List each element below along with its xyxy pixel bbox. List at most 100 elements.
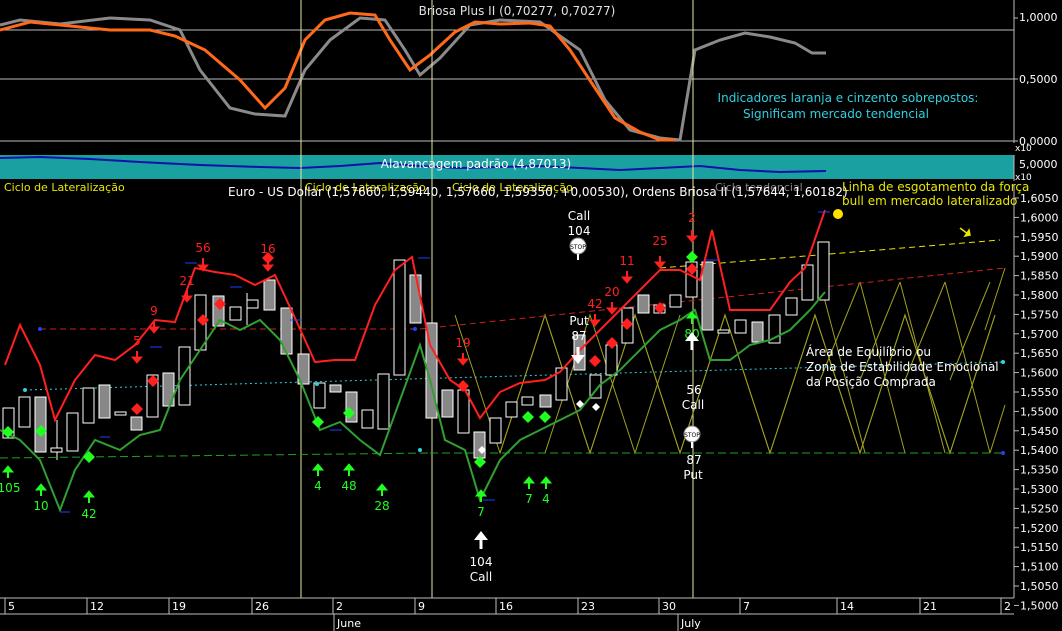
green-signal-label: 28: [374, 499, 389, 513]
day-tick-label: 9: [418, 600, 425, 613]
candle: [377, 373, 390, 430]
exhaustion-note-line1: Linha de esgotamento da força: [842, 180, 1029, 194]
red-down-arrow-icon: [456, 353, 470, 366]
osc-tick-05: 0,5000: [1019, 73, 1058, 86]
red-down-arrow-icon: [130, 351, 144, 364]
stop-sign-icon: STOP: [683, 425, 701, 448]
red-signal-label: 5: [133, 334, 141, 348]
put-signal-count: 87: [571, 329, 586, 343]
candle: [734, 319, 747, 334]
red-signal-label: 11: [619, 254, 634, 268]
price-tick-label: 1,5700: [1020, 328, 1059, 341]
candle: [637, 294, 650, 314]
price-tick-label: 1,5950: [1020, 231, 1059, 244]
call-signal-label: Call: [568, 209, 590, 223]
price-tick-label: 1,5900: [1020, 250, 1059, 263]
green-dashed-support-1: [0, 452, 431, 459]
candle: [489, 417, 502, 444]
red-signal-label: 19: [455, 336, 470, 350]
candle: [313, 382, 326, 409]
green-up-arrow-icon: [34, 483, 48, 496]
candle: [361, 409, 374, 429]
day-tick-label: 21: [923, 600, 937, 613]
candle: [669, 294, 682, 308]
day-tick-label: 5: [8, 600, 15, 613]
exhaustion-note-line2: bull em mercado lateralizado: [842, 194, 1017, 208]
green-diamond-marker: [539, 411, 551, 423]
green-up-arrow-icon: [539, 476, 553, 489]
chart-window: Briosa Plus II (0,70277, 0,70277) Indica…: [0, 0, 1062, 631]
yellow-arrow-icon: [959, 227, 971, 238]
day-tick-label: 12: [90, 600, 104, 613]
candle: [473, 431, 486, 459]
area-note-line2: Zona de Estabilidade Emocional: [806, 360, 999, 374]
osc-title: Briosa Plus II (0,70277, 0,70277): [419, 4, 616, 18]
leverage-tick: 5,0000: [1019, 158, 1058, 171]
osc-note-line1: Indicadores laranja e cinzento sobrepost…: [718, 91, 979, 105]
osc-exp-label: x10: [1015, 144, 1032, 154]
green-signal-label: 105: [0, 481, 20, 495]
svg-text:STOP: STOP: [684, 432, 700, 439]
candle: [505, 401, 518, 418]
candle: [605, 344, 618, 376]
candle: [18, 396, 31, 428]
green-diamond-marker: [312, 416, 324, 428]
green-up-arrow-icon: [375, 483, 389, 496]
day-tick-label: 30: [662, 600, 676, 613]
candle: [50, 447, 63, 453]
red-diamond-marker: [589, 355, 601, 367]
overlay-cycle-left: Ciclo de Lateralização: [4, 181, 125, 194]
svg-text:STOP: STOP: [570, 244, 586, 251]
red-signal-label: 21: [179, 274, 194, 288]
red-signal-label: 56: [195, 241, 210, 255]
leverage-panel: Alavancagem padrão (4,87013) 5,0000 x10: [0, 155, 1058, 183]
day-tick-label: 23: [581, 600, 595, 613]
candle: [246, 299, 259, 309]
red-signal-label: 20: [604, 285, 619, 299]
leverage-title: Alavancagem padrão (4,87013): [381, 157, 571, 171]
day-tick-label: 2: [336, 600, 343, 613]
price-tick-label: 1,5500: [1020, 405, 1059, 418]
area-note-line3: da Posição Comprada: [806, 375, 936, 389]
price-tick-label: 1,5100: [1020, 561, 1059, 574]
put-signal-label: Put: [569, 314, 589, 328]
candle: [263, 279, 276, 311]
candle: [441, 389, 454, 418]
day-tick-label: 14: [840, 600, 854, 613]
green-up-arrow-icon: [82, 490, 96, 503]
price-tick-label: 1,5200: [1020, 522, 1059, 535]
call-signal-count: 104: [568, 224, 591, 238]
day-tick-label: 7: [743, 600, 750, 613]
price-tick-label: 1,5850: [1020, 270, 1059, 283]
candle: [785, 297, 798, 316]
call-signal-count: 104: [470, 555, 493, 569]
price-tick-label: 1,5250: [1020, 502, 1059, 515]
candle: [66, 412, 79, 452]
red-diamond-marker: [131, 403, 143, 415]
green-signal-label: 7: [477, 505, 485, 519]
candle: [717, 329, 730, 334]
month-label-june: June: [336, 617, 361, 630]
green-diamond-marker: [522, 411, 534, 423]
candle: [521, 396, 534, 406]
green-signal-label: 48: [341, 479, 356, 493]
price-tick-label: 1,5150: [1020, 541, 1059, 554]
candle: [34, 396, 47, 453]
call-signal-label: Call: [682, 398, 704, 412]
candle: [98, 384, 111, 419]
day-tick-label: 19: [172, 600, 186, 613]
red-down-arrow-icon: [653, 256, 667, 269]
white-up-arrow-icon: [474, 531, 488, 549]
green-signal-label: 42: [81, 507, 96, 521]
red-signal-label: 25: [652, 234, 667, 248]
price-axis: 1,6050 1,6000 1,5950 1,5900 1,5850 1,5800 1,57…: [1014, 192, 1059, 612]
stop-sign-icon: STOP: [569, 237, 587, 260]
price-tick-label: 1,6050: [1020, 192, 1059, 205]
red-down-arrow-icon: [620, 271, 634, 284]
price-tick-label: 1,5650: [1020, 347, 1059, 360]
candle: [817, 241, 830, 301]
candle: [409, 274, 422, 324]
price-tick-label: 1,5050: [1020, 580, 1059, 593]
osc-tick-1: 1,0000: [1019, 11, 1058, 24]
candle: [130, 416, 143, 431]
